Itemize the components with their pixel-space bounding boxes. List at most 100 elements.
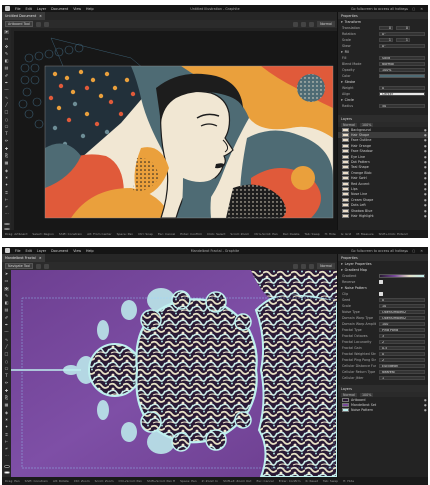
rectangle-tool-icon[interactable]: □ [4, 110, 9, 114]
opacity-input[interactable]: 100% [359, 392, 374, 397]
prop-input[interactable]: 1 [379, 37, 393, 43]
brush-tool-icon[interactable]: ✏ [4, 381, 9, 385]
prop-select[interactable]: Normal [379, 61, 425, 67]
imaginate-tool-icon[interactable]: ✦ [4, 425, 9, 429]
pen-tool-icon[interactable]: ✒ [4, 81, 9, 85]
ellipse-tool-icon[interactable]: ○ [4, 359, 9, 364]
rectangle-tool-icon[interactable]: □ [4, 352, 9, 356]
artboard-tool-icon[interactable]: ▭ [4, 37, 9, 41]
eye-icon[interactable]: ● [424, 144, 428, 148]
prop-input[interactable]: 0° [379, 31, 425, 37]
layer-row[interactable]: Face Shadow ● [338, 149, 428, 154]
blend-mode-select[interactable]: Normal [341, 392, 357, 397]
layer-row[interactable]: Dot Pattern ● [338, 159, 428, 165]
eye-icon[interactable]: ● [424, 171, 428, 175]
eye-icon[interactable]: ● [424, 138, 428, 142]
prop-input[interactable]: 0 [379, 351, 425, 357]
polygon-tool-icon[interactable]: ⬠ [4, 124, 9, 129]
zoom-in-icon[interactable] [36, 263, 42, 269]
imaginate-tool-icon[interactable]: ✦ [4, 183, 9, 187]
layer-row[interactable]: Orange Blob ● [338, 170, 428, 175]
text-tool-icon[interactable]: T [4, 374, 9, 378]
menu-file[interactable]: File [15, 249, 21, 253]
polygon-tool-icon[interactable]: ⬠ [4, 366, 9, 371]
gradient-tool-icon[interactable]: ▤ [4, 66, 9, 70]
snapping-icon[interactable] [301, 263, 307, 269]
canvas-viewport[interactable] [11, 270, 337, 477]
prop-input[interactable]: Euclidean [379, 363, 425, 369]
eye-icon[interactable]: ● [424, 149, 428, 153]
menu-view[interactable]: View [73, 249, 81, 253]
eye-icon[interactable]: ● [424, 182, 428, 186]
prop-input[interactable]: OpenSimplex2 [379, 309, 425, 315]
gradient-tool-icon[interactable]: ▤ [4, 308, 9, 312]
relight-tool-icon[interactable]: ☀ [4, 417, 9, 422]
view-mode-select[interactable]: Normal [317, 21, 335, 27]
eye-icon[interactable]: ● [424, 209, 428, 213]
prop-input[interactable]: 3 [379, 333, 425, 339]
eye-icon[interactable]: ● [424, 155, 428, 159]
freehand-tool-icon[interactable]: 〰 [4, 88, 9, 92]
menu-layer[interactable]: Layer [37, 249, 46, 253]
layer-row[interactable]: Teal Shape ● [338, 165, 428, 170]
prop-toggle[interactable]: Center [379, 91, 425, 97]
gradient-swatch[interactable] [379, 273, 425, 279]
ellipse-tool-icon[interactable]: ○ [4, 117, 9, 122]
detail-tool-icon[interactable]: ◈ [4, 168, 9, 173]
primary-color-swatch[interactable] [3, 465, 10, 468]
eyedropper-tool-icon[interactable]: ✎ [4, 51, 9, 56]
freehand-tool-icon[interactable]: 〰 [4, 330, 9, 334]
eyedropper-tool-icon[interactable]: ✎ [4, 293, 9, 298]
prop-input[interactable]: 0° [379, 43, 425, 49]
layer-row[interactable]: Noise Pattern ● [338, 408, 428, 413]
layer-row[interactable]: Dots Left ● [338, 202, 428, 208]
eye-icon[interactable]: ● [424, 187, 428, 191]
layer-row[interactable]: Mandelbrot Set ● [338, 402, 428, 408]
menu-document[interactable]: Document [51, 249, 68, 253]
close-icon[interactable]: × [39, 256, 42, 260]
line-tool-icon[interactable]: ╱ [4, 344, 9, 349]
heal-tool-icon[interactable]: ✚ [4, 388, 9, 393]
select-tool-icon[interactable]: ➤ [4, 30, 9, 34]
window-controls[interactable]: — ▢ ✕ [404, 7, 425, 11]
layer-row[interactable]: Nose Line ● [338, 192, 428, 197]
layer-row[interactable]: Hair Orange ● [338, 143, 428, 148]
primary-color-swatch[interactable] [3, 223, 10, 226]
blend-mode-select[interactable]: Normal [341, 122, 357, 127]
frame-tool-icon[interactable]: ⌗ [4, 190, 9, 195]
menu-view[interactable]: View [73, 7, 81, 11]
prop-input[interactable]: 1 [396, 37, 410, 43]
layer-row[interactable]: Artboard ● [338, 397, 428, 402]
close-icon[interactable]: × [39, 14, 42, 18]
color-swatch[interactable] [379, 73, 425, 79]
menu-edit[interactable]: Edit [26, 7, 32, 11]
layer-row[interactable]: Lips ● [338, 186, 428, 191]
eye-icon[interactable]: ● [424, 128, 428, 132]
layer-row[interactable]: Background ● [338, 127, 428, 132]
prop-input[interactable]: OpenSimplex2 [379, 315, 425, 321]
tool-mode-select[interactable]: Artboard Tool [5, 21, 33, 27]
checkbox[interactable] [379, 292, 383, 296]
menu-edit[interactable]: Edit [26, 249, 32, 253]
prop-input[interactable]: 0 [379, 297, 425, 303]
prop-input[interactable]: 1 [379, 375, 425, 381]
layer-row[interactable]: Hair Shape ● [338, 132, 428, 138]
menu-file[interactable]: File [15, 7, 21, 11]
layer-row[interactable]: Hair Swirl ● [338, 176, 428, 181]
menu-document[interactable]: Document [51, 7, 68, 11]
eye-icon[interactable]: ● [424, 198, 428, 202]
layer-row[interactable]: Eye Line ● [338, 154, 428, 159]
path-tool-icon[interactable]: ✐ [4, 73, 9, 78]
eye-icon[interactable]: ● [424, 165, 428, 169]
opacity-input[interactable]: 100% [359, 122, 374, 127]
more-tools-icon[interactable]: ⋯ [4, 454, 9, 458]
checkbox[interactable] [379, 280, 383, 284]
distribute-icon[interactable] [43, 21, 49, 27]
artboard-tool-icon[interactable]: ▭ [4, 279, 9, 283]
patch-tool-icon[interactable]: ▦ [4, 403, 9, 407]
measure-tool-icon[interactable]: ⊢ [4, 439, 9, 444]
frame-tool-icon[interactable]: ⌗ [4, 432, 9, 437]
view-mode-select[interactable]: Normal [317, 263, 335, 269]
relight-tool-icon[interactable]: ☀ [4, 175, 9, 180]
navigate-tool-icon[interactable]: ✥ [4, 286, 9, 291]
